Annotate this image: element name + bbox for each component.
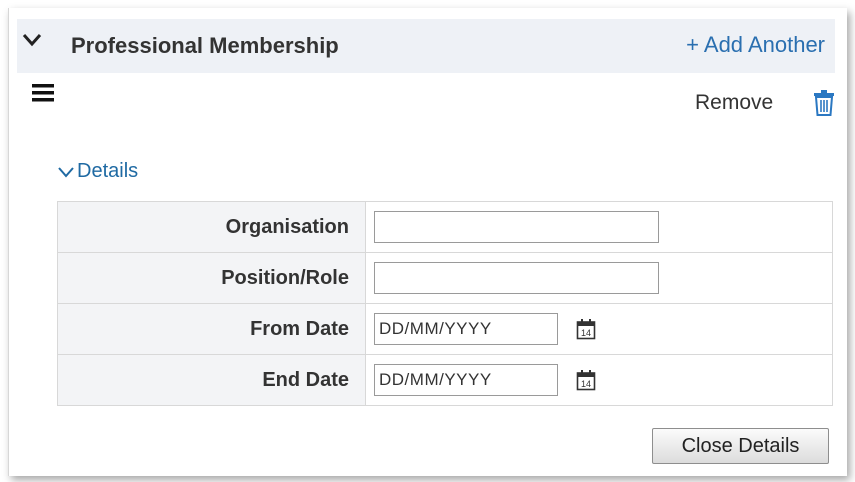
calendar-day-text: 14 <box>581 379 591 389</box>
form-row: Organisation <box>57 201 833 253</box>
from-date-input[interactable] <box>374 313 558 345</box>
form-row: From Date 14 <box>57 303 833 355</box>
section-title: Professional Membership <box>71 33 339 58</box>
organisation-label: Organisation <box>57 201 366 253</box>
chevron-down-icon <box>58 166 74 178</box>
from-date-label: From Date <box>57 303 366 355</box>
organisation-cell <box>365 201 833 253</box>
end-date-input[interactable] <box>374 364 558 396</box>
close-details-button[interactable]: Close Details <box>652 428 829 464</box>
position-role-label: Position/Role <box>57 252 366 304</box>
calendar-icon[interactable]: 14 <box>576 318 596 340</box>
form-row: Position/Role <box>57 252 833 304</box>
form-row: End Date 14 <box>57 354 833 406</box>
organisation-input[interactable] <box>374 211 659 243</box>
details-form: Organisation Position/Role From Date 14 … <box>57 201 833 406</box>
remove-link[interactable]: Remove <box>695 91 773 115</box>
hamburger-menu-icon[interactable] <box>32 84 54 102</box>
add-another-link[interactable]: + Add Another <box>686 32 825 58</box>
end-date-label: End Date <box>57 354 366 406</box>
section-header: Professional Membership + Add Another <box>17 19 835 73</box>
position-role-cell <box>365 252 833 304</box>
trash-icon[interactable] <box>813 90 835 116</box>
details-toggle-label: Details <box>77 160 139 182</box>
end-date-cell: 14 <box>365 354 833 406</box>
from-date-cell: 14 <box>365 303 833 355</box>
details-toggle[interactable]: Details <box>57 160 138 183</box>
position-role-input[interactable] <box>374 262 659 294</box>
calendar-icon[interactable]: 14 <box>576 369 596 391</box>
calendar-day-text: 14 <box>581 328 591 338</box>
chevron-down-icon[interactable] <box>21 29 43 51</box>
